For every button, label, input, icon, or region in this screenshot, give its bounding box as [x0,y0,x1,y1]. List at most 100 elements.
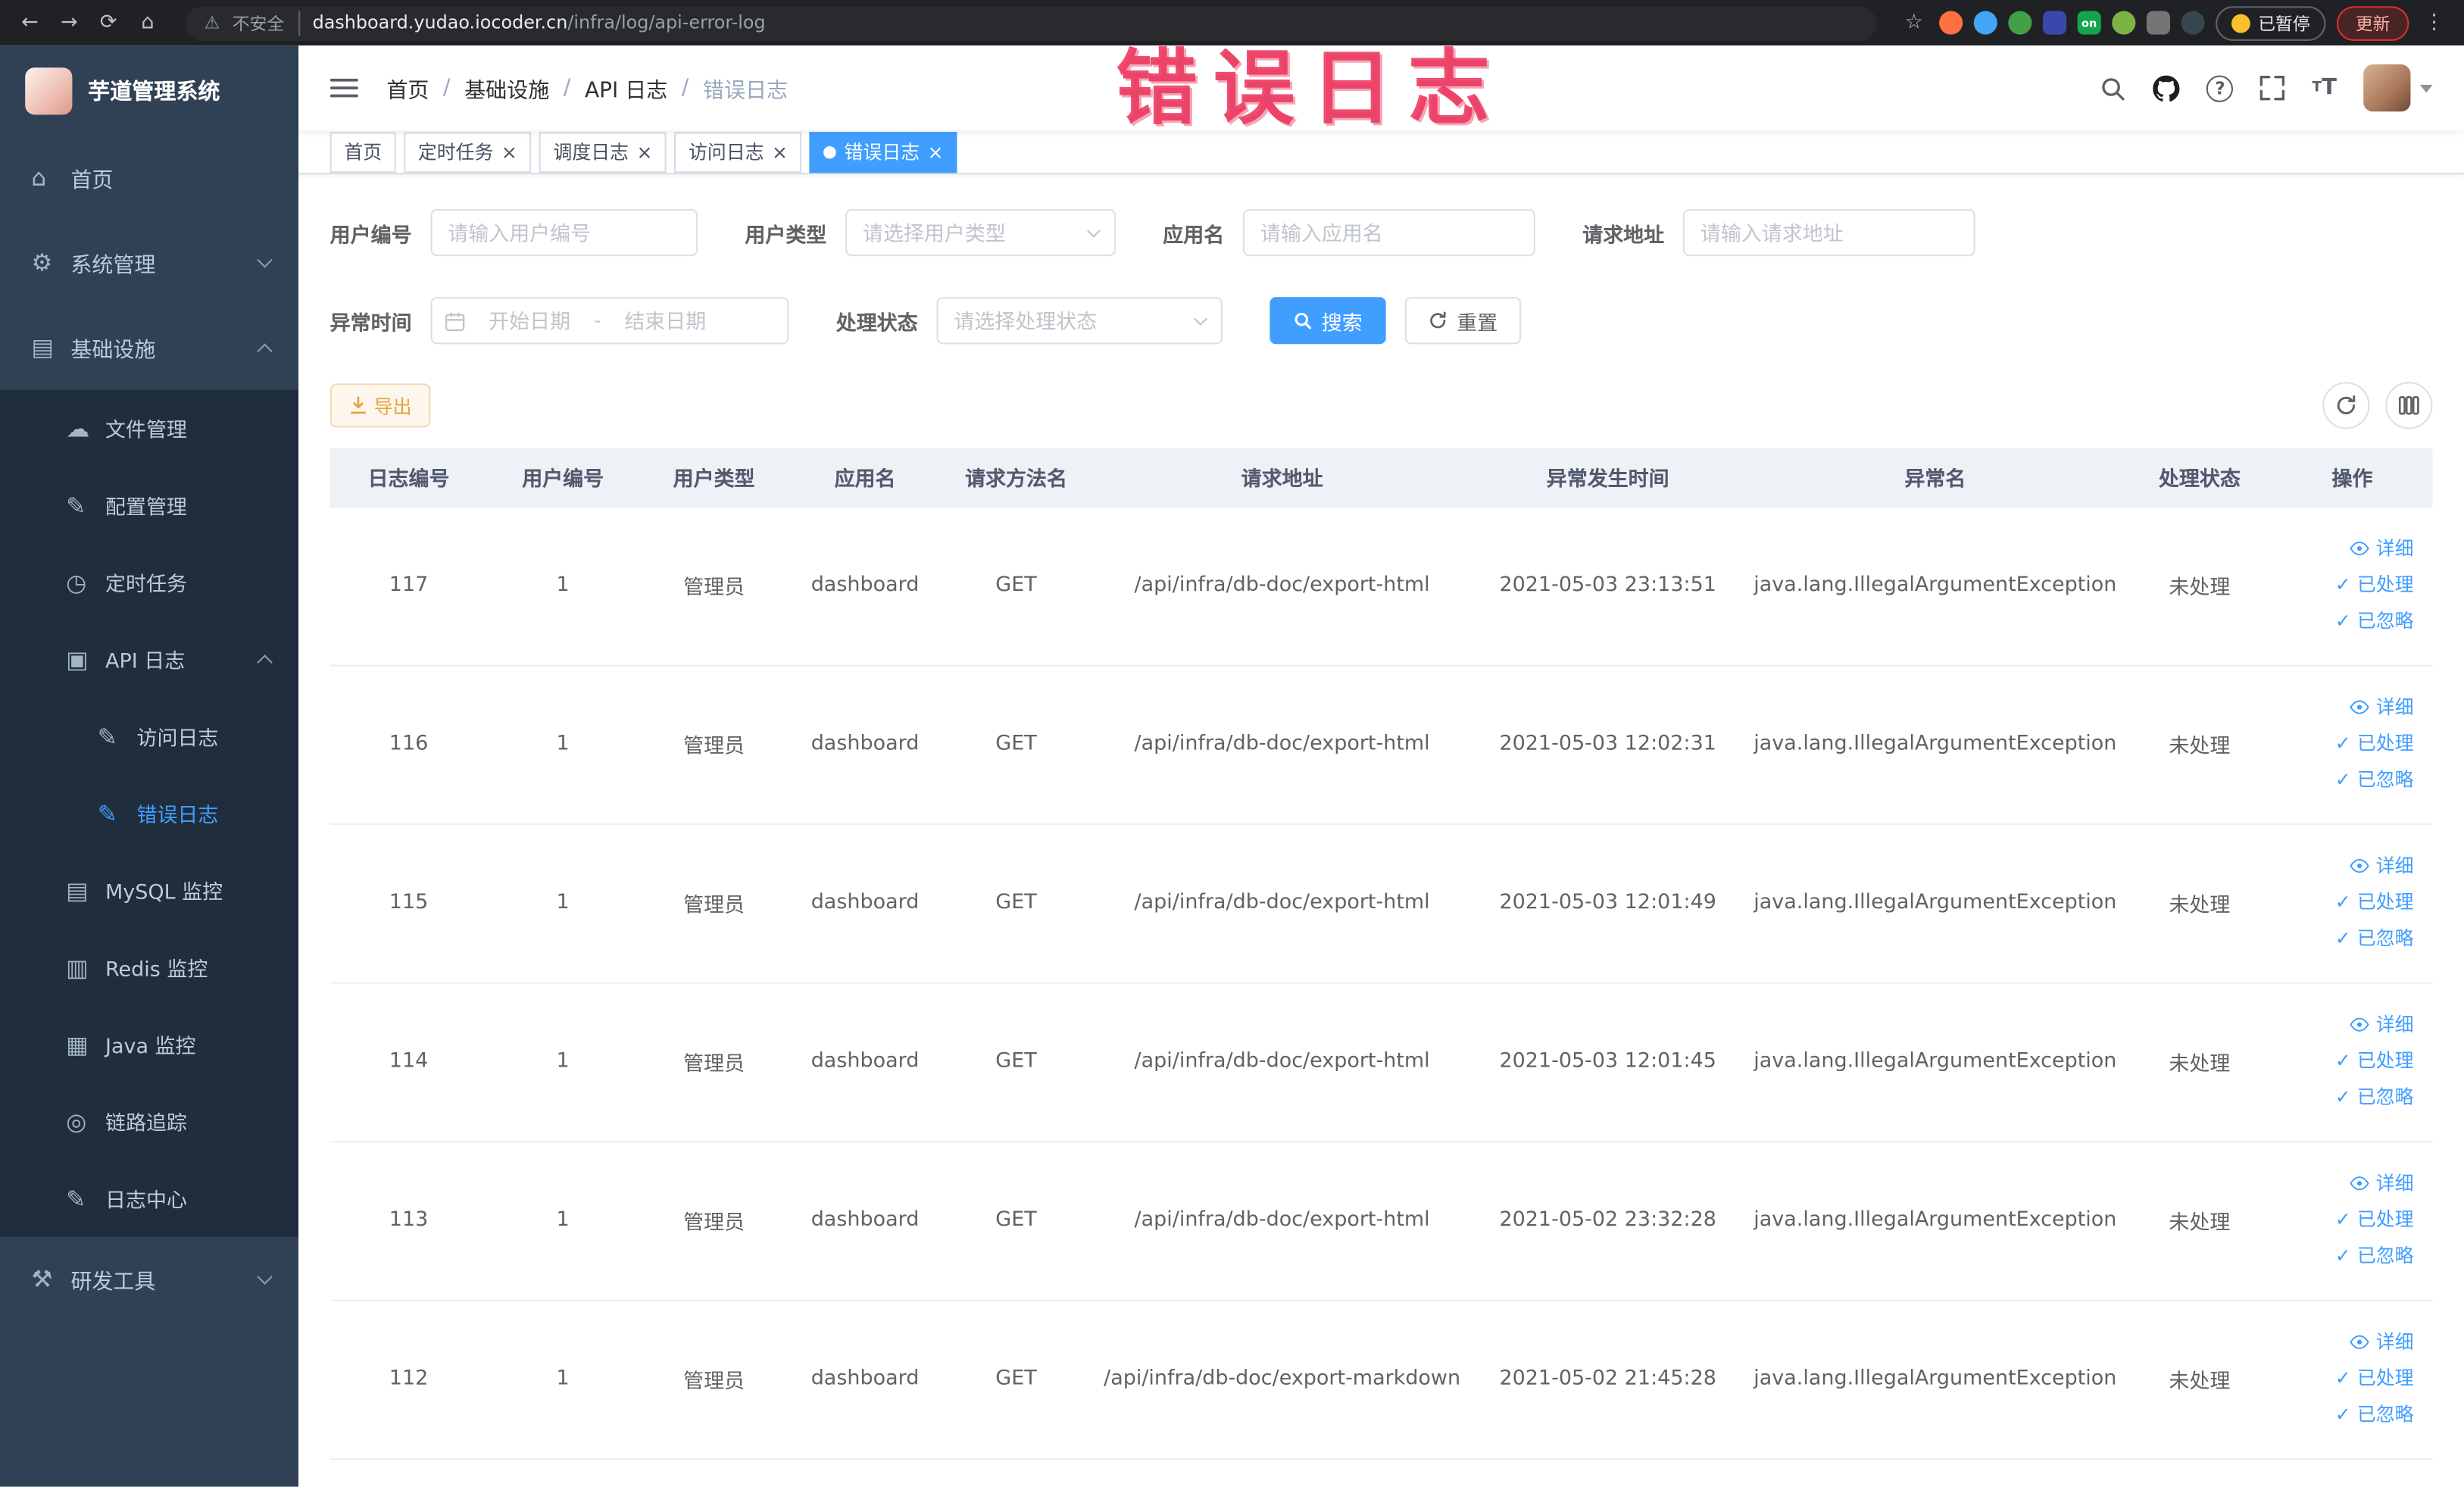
tab-error-log[interactable]: 错误日志 × [809,131,958,173]
ignore-link[interactable]: ✓ 已忽略 [2335,1083,2414,1114]
active-tab-dot [823,145,837,158]
bookmark-star-icon[interactable]: ☆ [1900,11,1928,35]
process-link[interactable]: ✓ 已处理 [2335,1364,2414,1395]
sidebar-item-error-log[interactable]: ✎ 错误日志 [0,775,298,852]
github-icon[interactable] [2153,74,2181,102]
extension-icon[interactable] [1973,11,1997,35]
hamburger-icon[interactable] [329,77,358,99]
sidebar-item-redis[interactable]: ▥ Redis 监控 [0,929,298,1006]
page-content: 用户编号 用户类型 应用名 请求 [298,174,2464,1487]
paused-badge[interactable]: 已暂停 [2216,5,2326,40]
detail-link[interactable]: 详细 [2349,1010,2414,1040]
extension-icon[interactable]: on [2077,11,2101,35]
sidebar-item-infra[interactable]: ▤ 基础设施 [0,305,298,389]
filter-label: 异常时间 [329,311,412,336]
user-type-select-input[interactable] [845,208,1116,257]
extension-icon[interactable] [1939,11,1963,35]
ignore-link[interactable]: ✓ 已忽略 [2335,1242,2414,1272]
tab-job-log[interactable]: 调度日志 × [539,131,667,173]
ignore-link[interactable]: ✓ 已忽略 [2335,924,2414,954]
process-link[interactable]: ✓ 已处理 [2335,888,2414,918]
cell-user-type: 管理员 [638,982,790,1142]
tab-label: 定时任务 [417,141,494,164]
process-link[interactable]: ✓ 已处理 [2335,570,2414,601]
sidebar-item-access-log[interactable]: ✎ 访问日志 [0,698,298,775]
ignore-link[interactable]: ✓ 已忽略 [2335,607,2414,637]
sidebar-item-system[interactable]: ⚙ 系统管理 [0,220,298,305]
sidebar-item-home[interactable]: ⌂ 首页 [0,135,298,220]
sidebar-item-trace[interactable]: ◎ 链路追踪 [0,1082,298,1160]
process-status-select-input[interactable] [936,297,1223,345]
detail-link[interactable]: 详细 [2349,1327,2414,1357]
reset-button[interactable]: 重置 [1404,297,1522,345]
address-bar[interactable]: ⚠ 不安全 dashboard.yudao.iocoder.cn/infra/l… [185,5,1877,40]
sidebar-item-api-log[interactable]: ▣ API 日志 [0,620,298,698]
user-avatar[interactable] [2363,64,2433,112]
filter-row: 用户编号 用户类型 应用名 请求 [330,208,2433,257]
search-icon[interactable] [2100,75,2126,102]
sidebar-item-java[interactable]: ▦ Java 监控 [0,1006,298,1083]
cell-method: GET [940,982,1092,1142]
sidebar-item-log-center[interactable]: ✎ 日志中心 [0,1160,298,1237]
row-actions: 详细 ✓ 已处理 ✓ 已忽略 [2278,851,2426,954]
reload-icon[interactable]: ⟳ [94,11,122,35]
check-icon: ✓ [2334,891,2351,914]
start-date-input[interactable] [470,308,590,333]
browser-home-icon[interactable]: ⌂ [133,11,161,35]
process-status-select[interactable] [936,297,1223,345]
fullscreen-icon[interactable] [2260,75,2285,101]
app-logo[interactable]: 芋道管理系统 [0,45,298,135]
security-label[interactable]: 不安全 [233,10,300,36]
extensions-puzzle-icon[interactable] [2146,11,2171,35]
sidebar-item-file[interactable]: ☁ 文件管理 [0,390,298,467]
date-range-picker[interactable]: - [430,297,789,345]
tab-access-log[interactable]: 访问日志 × [674,131,802,173]
refresh-table-button[interactable] [2322,382,2370,430]
extension-icon[interactable] [2112,11,2136,35]
forward-icon[interactable]: → [55,11,83,35]
browser-menu-icon[interactable]: ⋮ [2420,11,2448,35]
user-id-input[interactable] [430,208,698,257]
back-icon[interactable]: ← [16,11,44,35]
end-date-input[interactable] [605,308,726,333]
app-name-input[interactable] [1243,208,1535,257]
edit-icon: ✎ [97,722,117,751]
cell-exception: java.lang.IllegalArgumentException [1743,1141,2128,1301]
breadcrumb-item[interactable]: 基础设施 [464,72,549,104]
process-link[interactable]: ✓ 已处理 [2335,1205,2414,1236]
extension-icon[interactable] [2008,11,2032,35]
sidebar-item-config[interactable]: ✎ 配置管理 [0,467,298,544]
process-link[interactable]: ✓ 已处理 [2335,1046,2414,1076]
breadcrumb-item[interactable]: API 日志 [585,72,667,104]
tab-job[interactable]: 定时任务 × [404,131,532,173]
detail-link[interactable]: 详细 [2349,1169,2414,1199]
export-button[interactable]: 导出 [329,383,431,428]
detail-link[interactable]: 详细 [2349,692,2414,723]
detail-link[interactable]: 详细 [2349,851,2414,882]
close-icon[interactable]: × [928,142,944,161]
search-button[interactable]: 搜索 [1269,297,1386,345]
sidebar-item-job[interactable]: ◷ 定时任务 [0,544,298,621]
sidebar-item-mysql[interactable]: ▤ MySQL 监控 [0,851,298,929]
column-settings-button[interactable] [2385,382,2433,430]
request-url-input[interactable] [1683,208,1975,257]
close-icon[interactable]: × [772,142,788,161]
font-size-icon[interactable]: TT [2312,76,2337,101]
breadcrumb-item[interactable]: 首页 [386,72,429,104]
ignore-link[interactable]: ✓ 已忽略 [2335,766,2414,796]
user-type-select[interactable] [845,208,1116,257]
detail-link[interactable]: 详细 [2349,534,2414,564]
cell-log-id: 113 [329,1141,488,1301]
process-link[interactable]: ✓ 已处理 [2335,729,2414,759]
ignore-link[interactable]: ✓ 已忽略 [2335,1401,2414,1431]
chrome-update-button[interactable]: 更新 [2336,5,2409,40]
extension-icon[interactable] [2042,11,2067,35]
close-icon[interactable]: × [501,142,517,161]
sidebar-item-dev-tools[interactable]: ⚒ 研发工具 [0,1237,298,1322]
extension-icon[interactable] [2181,11,2205,35]
close-icon[interactable]: × [636,142,652,161]
font-size-small: T [2312,80,2322,96]
tab-home[interactable]: 首页 [329,131,396,173]
help-icon[interactable]: ? [2206,74,2234,102]
search-button-label: 搜索 [1321,310,1363,334]
